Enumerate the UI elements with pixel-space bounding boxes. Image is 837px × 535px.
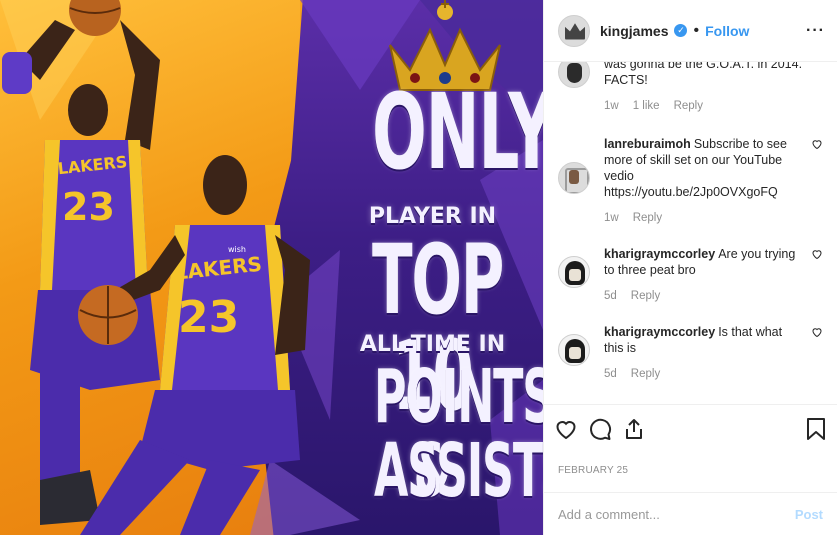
author-username[interactable]: kingjames <box>600 23 668 39</box>
post-actions-bar <box>544 404 837 452</box>
comment-body: lanreburaimoh Subscribe to see more of sk… <box>604 136 797 226</box>
share-icon[interactable] <box>622 417 646 441</box>
post-header: kingjames ✓ • Follow ··· <box>544 0 837 62</box>
add-comment-input[interactable] <box>558 506 795 522</box>
comment-username[interactable]: kharigraymccorley <box>604 325 715 339</box>
verified-badge-icon: ✓ <box>674 24 688 37</box>
comment-like-heart-icon[interactable] <box>811 248 823 260</box>
comment-icon[interactable] <box>588 417 612 441</box>
comment-meta: 5d Reply <box>604 288 797 304</box>
comment-time[interactable]: 5d <box>604 288 617 304</box>
heart-icon[interactable] <box>554 417 578 441</box>
commenter-avatar[interactable] <box>558 162 590 194</box>
post-sidebar: kingjames ✓ • Follow ··· was gonna be th… <box>543 0 837 535</box>
instagram-post-view: LAKERS 23 LAKERS wish 23 ONLY PLAYER IN … <box>0 0 837 535</box>
comment-item: kharigraymccorley Are you trying to three… <box>558 246 823 304</box>
comment-meta: 5d Reply <box>604 366 797 382</box>
headline-all-time-in: ALL-TIME IN <box>359 332 506 357</box>
comment-like-heart-icon[interactable] <box>811 326 823 338</box>
comments-list[interactable]: was gonna be the G.O.A.T. in 2014. FACTS… <box>544 62 837 404</box>
commenter-avatar[interactable] <box>558 334 590 366</box>
comment-time[interactable]: 1w <box>604 210 619 226</box>
comment-body: was gonna be the G.O.A.T. in 2014. FACTS… <box>604 62 823 114</box>
add-comment-bar: Post <box>544 492 837 535</box>
more-options-icon[interactable]: ··· <box>806 22 825 40</box>
comment-time[interactable]: 1w <box>604 98 619 114</box>
comment-item: kharigraymccorley Is that what this is 5d… <box>558 324 823 382</box>
bookmark-icon[interactable] <box>805 417 827 441</box>
post-date[interactable]: FEBRUARY 25 <box>558 465 628 476</box>
author-avatar[interactable] <box>558 14 590 47</box>
commenter-avatar[interactable] <box>558 62 590 88</box>
comment-text: was gonna be the G.O.A.T. in 2014. FACTS… <box>604 62 803 87</box>
post-image: LAKERS 23 LAKERS wish 23 ONLY PLAYER IN … <box>0 0 543 535</box>
comment-item: lanreburaimoh Subscribe to see more of sk… <box>558 136 823 226</box>
commenter-avatar[interactable] <box>558 256 590 288</box>
comment-meta: 1w 1 like Reply <box>604 98 823 114</box>
reply-button[interactable]: Reply <box>633 210 662 226</box>
comment-body: kharigraymccorley Are you trying to three… <box>604 246 797 304</box>
comment-like-heart-icon[interactable] <box>811 138 823 150</box>
post-comment-button[interactable]: Post <box>795 507 823 522</box>
follow-button[interactable]: Follow <box>705 23 749 39</box>
jersey-number-front: 23 <box>178 292 239 343</box>
post-date-row: FEBRUARY 25 <box>544 452 837 492</box>
reply-button[interactable]: Reply <box>674 98 703 114</box>
header-separator: • <box>693 21 700 39</box>
sponsor-patch-text: wish <box>228 245 246 254</box>
reply-button[interactable]: Reply <box>631 288 660 304</box>
headline-assists: ASSISTS <box>374 428 543 514</box>
comment-time[interactable]: 5d <box>604 366 617 382</box>
player-dribbling-figure: LAKERS wish 23 <box>78 155 310 535</box>
comment-username[interactable]: lanreburaimoh <box>604 137 691 151</box>
comment-meta: 1w Reply <box>604 210 797 226</box>
headline-only: ONLY <box>372 71 543 193</box>
reply-button[interactable]: Reply <box>631 366 660 382</box>
comment-item: was gonna be the G.O.A.T. in 2014. FACTS… <box>558 62 823 114</box>
comment-username[interactable]: kharigraymccorley <box>604 247 715 261</box>
comment-body: kharigraymccorley Is that what this is 5d… <box>604 324 797 382</box>
comment-likes[interactable]: 1 like <box>633 98 660 114</box>
